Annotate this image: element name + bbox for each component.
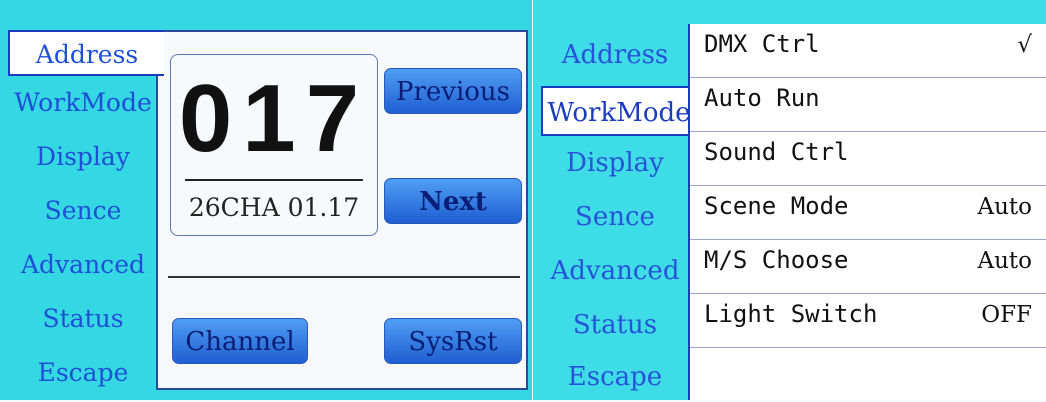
workmode-options-panel: DMX Ctrl √ Auto Run Sound Ctrl Scene Mod…: [688, 24, 1046, 400]
previous-button[interactable]: Previous: [384, 68, 522, 114]
option-value: Auto: [977, 248, 1032, 274]
address-screen: Address WorkMode Display Sence Advanced …: [0, 0, 532, 400]
option-auto-run[interactable]: Auto Run: [690, 78, 1046, 132]
check-icon: √: [1017, 32, 1032, 58]
menu-item-status[interactable]: Status: [8, 296, 158, 342]
option-label: DMX Ctrl: [704, 30, 820, 58]
sysrst-button[interactable]: SysRst: [384, 318, 522, 364]
menu-item-workmode[interactable]: WorkMode: [8, 80, 158, 126]
menu-item-sence[interactable]: Sence: [8, 188, 158, 234]
menu-item-address[interactable]: Address: [8, 30, 164, 76]
option-value: Auto: [977, 194, 1032, 220]
panel-divider: [168, 276, 520, 278]
workmode-screen: Address WorkMode Display Sence Advanced …: [533, 0, 1046, 400]
address-divider: [185, 179, 363, 181]
option-label: M/S Choose: [704, 246, 849, 274]
next-button[interactable]: Next: [384, 178, 522, 224]
menu-item-escape[interactable]: Escape: [541, 352, 689, 402]
option-light-switch[interactable]: Light Switch OFF: [690, 294, 1046, 348]
option-value: OFF: [981, 302, 1032, 328]
menu-item-escape[interactable]: Escape: [8, 350, 158, 396]
menu-item-workmode[interactable]: WorkMode: [541, 86, 695, 136]
menu-item-advanced[interactable]: Advanced: [541, 246, 689, 296]
option-ms-choose[interactable]: M/S Choose Auto: [690, 240, 1046, 294]
option-dmx-ctrl[interactable]: DMX Ctrl √: [690, 24, 1046, 78]
menu-item-status[interactable]: Status: [541, 300, 689, 350]
channel-info: 26CHA 01.17: [188, 193, 360, 222]
option-label: Auto Run: [704, 84, 820, 112]
option-label: Sound Ctrl: [704, 138, 849, 166]
option-label: Scene Mode: [704, 192, 849, 220]
address-value: 017: [178, 65, 370, 172]
menu-item-display[interactable]: Display: [541, 138, 689, 188]
menu-item-display[interactable]: Display: [8, 134, 158, 180]
address-display: 017 26CHA 01.17: [170, 54, 378, 236]
address-panel: 017 26CHA 01.17 Previous Next Channel Sy…: [156, 30, 528, 390]
option-scene-mode[interactable]: Scene Mode Auto: [690, 186, 1046, 240]
channel-button[interactable]: Channel: [172, 318, 308, 364]
option-sound-ctrl[interactable]: Sound Ctrl: [690, 132, 1046, 186]
menu-item-sence[interactable]: Sence: [541, 192, 689, 242]
menu-item-address[interactable]: Address: [541, 30, 689, 80]
option-label: Light Switch: [704, 300, 878, 328]
menu-item-advanced[interactable]: Advanced: [8, 242, 158, 288]
